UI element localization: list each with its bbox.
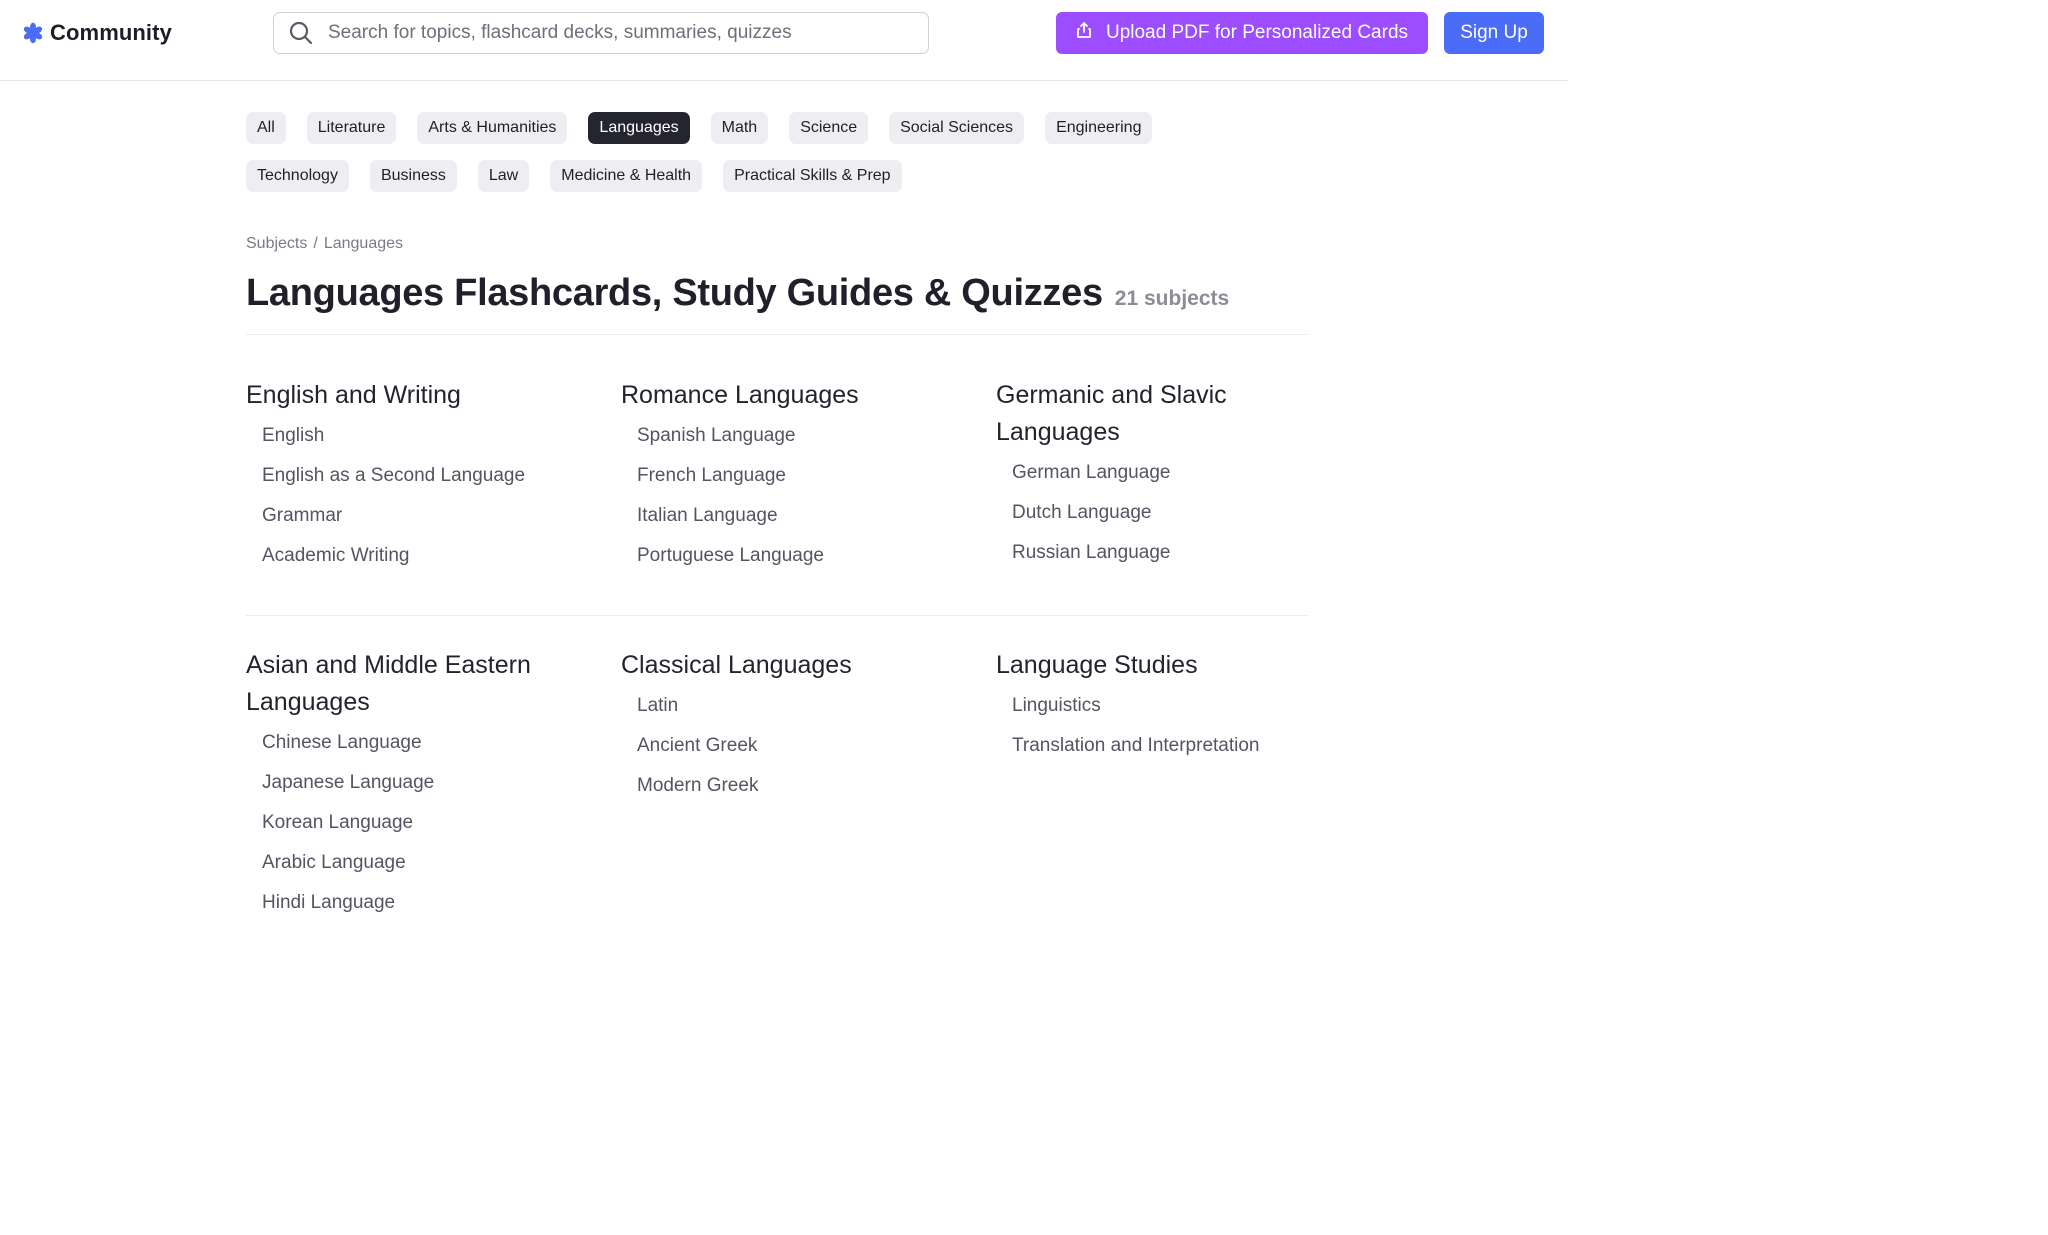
subject-link[interactable]: English: [262, 424, 566, 448]
group-romance-languages: Romance Languages Spanish Language Frenc…: [621, 377, 941, 584]
subject-link[interactable]: English as a Second Language: [262, 464, 566, 488]
subject-link[interactable]: Chinese Language: [262, 731, 566, 755]
chip-all[interactable]: All: [246, 112, 286, 144]
chip-row-1: All Literature Arts & Humanities Languag…: [246, 112, 1246, 144]
subject-link[interactable]: Portuguese Language: [637, 544, 941, 568]
logo-text: Community: [50, 20, 172, 45]
subject-list: German Language Dutch Language Russian L…: [996, 461, 1296, 565]
subject-list: English English as a Second Language Gra…: [246, 424, 566, 568]
subject-link[interactable]: Korean Language: [262, 811, 566, 835]
breadcrumb-separator: /: [313, 235, 318, 252]
group-title: English and Writing: [246, 381, 461, 409]
subject-link[interactable]: Grammar: [262, 504, 566, 528]
chip-law[interactable]: Law: [477, 160, 530, 192]
section-divider: [246, 615, 1308, 616]
group-title: Classical Languages: [621, 651, 852, 679]
subject-link[interactable]: Latin: [637, 694, 941, 718]
subject-link[interactable]: Spanish Language: [637, 424, 941, 448]
subject-count: 21 subjects: [1114, 287, 1230, 310]
chip-science[interactable]: Science: [789, 112, 869, 144]
logo[interactable]: Community: [22, 18, 172, 48]
chip-engineering[interactable]: Engineering: [1045, 112, 1153, 144]
category-filter: All Literature Arts & Humanities Languag…: [246, 112, 1246, 208]
subject-link[interactable]: Arabic Language: [262, 851, 566, 875]
subject-link[interactable]: Ancient Greek: [637, 734, 941, 758]
chip-languages[interactable]: Languages: [588, 112, 690, 144]
subject-link[interactable]: Translation and Interpretation: [1012, 734, 1296, 758]
chip-arts-humanities[interactable]: Arts & Humanities: [417, 112, 568, 144]
upload-icon: [1076, 21, 1092, 45]
chip-math[interactable]: Math: [710, 112, 769, 144]
upload-pdf-label: Upload PDF for Personalized Cards: [1105, 22, 1409, 43]
subject-link[interactable]: German Language: [1012, 461, 1296, 485]
group-title: Romance Languages: [621, 381, 859, 409]
chip-row-2: Technology Business Law Medicine & Healt…: [246, 160, 1246, 192]
search-input[interactable]: [328, 22, 888, 44]
group-asian-middle-eastern: Asian and Middle Eastern Languages Chine…: [246, 647, 566, 931]
top-header: Community Upload PDF for Personalized Ca…: [0, 0, 1568, 81]
subject-link[interactable]: Dutch Language: [1012, 501, 1296, 525]
breadcrumb-subjects[interactable]: Subjects: [246, 235, 307, 253]
subject-link[interactable]: Hindi Language: [262, 891, 566, 915]
group-title: Germanic and Slavic Languages: [996, 381, 1227, 446]
subject-link[interactable]: French Language: [637, 464, 941, 488]
group-germanic-slavic: Germanic and Slavic Languages German Lan…: [996, 377, 1296, 581]
gear-flower-icon: [22, 22, 44, 44]
subject-link[interactable]: Russian Language: [1012, 541, 1296, 565]
breadcrumb: Subjects / Languages: [246, 235, 403, 253]
chip-literature[interactable]: Literature: [306, 112, 397, 144]
chip-technology[interactable]: Technology: [246, 160, 349, 192]
chip-medicine-health[interactable]: Medicine & Health: [550, 160, 703, 192]
group-title: Asian and Middle Eastern Languages: [246, 651, 531, 716]
chip-social-sciences[interactable]: Social Sciences: [889, 112, 1025, 144]
subject-link[interactable]: Japanese Language: [262, 771, 566, 795]
page-heading: Languages Flashcards, Study Guides & Qui…: [246, 272, 1229, 315]
subject-link[interactable]: Academic Writing: [262, 544, 566, 568]
group-classical-languages: Classical Languages Latin Ancient Greek …: [621, 647, 941, 814]
subject-list: Chinese Language Japanese Language Korea…: [246, 731, 566, 915]
subject-list: Spanish Language French Language Italian…: [621, 424, 941, 568]
breadcrumb-languages[interactable]: Languages: [324, 235, 403, 253]
group-english-writing: English and Writing English English as a…: [246, 377, 566, 584]
search-box[interactable]: [273, 12, 929, 54]
title-divider: [246, 334, 1308, 335]
chip-practical-skills[interactable]: Practical Skills & Prep: [723, 160, 902, 192]
upload-pdf-button[interactable]: Upload PDF for Personalized Cards: [1056, 12, 1428, 54]
group-language-studies: Language Studies Linguistics Translation…: [996, 647, 1296, 774]
subject-link[interactable]: Linguistics: [1012, 694, 1296, 718]
subject-list: Latin Ancient Greek Modern Greek: [621, 694, 941, 798]
chip-business[interactable]: Business: [369, 160, 457, 192]
subject-list: Linguistics Translation and Interpretati…: [996, 694, 1296, 758]
group-title: Language Studies: [996, 651, 1198, 679]
sign-up-button[interactable]: Sign Up: [1444, 12, 1544, 54]
search-icon: [288, 20, 314, 46]
subject-link[interactable]: Italian Language: [637, 504, 941, 528]
page-title: Languages Flashcards, Study Guides & Qui…: [246, 272, 1103, 314]
subject-link[interactable]: Modern Greek: [637, 774, 941, 798]
